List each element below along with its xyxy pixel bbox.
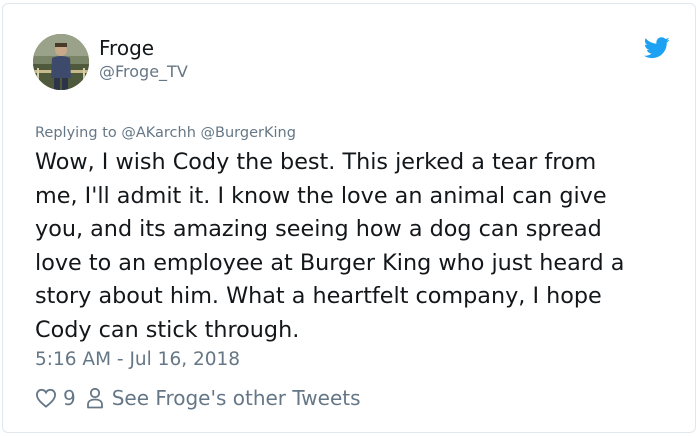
display-name[interactable]: Froge: [99, 36, 154, 60]
tweet-text-line: love to an employee at Burger King who j…: [35, 249, 625, 276]
tweet-card: Froge @Froge_TV Replying to @AKarchh @Bu…: [2, 3, 696, 433]
twitter-bird-icon[interactable]: [644, 37, 670, 59]
avatar[interactable]: [33, 34, 89, 90]
tweet-timestamp[interactable]: 5:16 AM - Jul 16, 2018: [35, 348, 240, 372]
tweet-text-line: you, and its amazing seeing how a dog ca…: [35, 216, 602, 242]
see-other-tweets-link[interactable]: See Froge's other Tweets: [112, 386, 361, 410]
tweet-actions: 9 See Froge's other Tweets: [35, 384, 361, 412]
tweet-text: Wow, I wish Cody the best. This jerked a…: [35, 146, 685, 347]
like-count[interactable]: 9: [63, 386, 76, 410]
replying-to-prefix: Replying to: [35, 125, 122, 141]
mention-akarchh[interactable]: @AKarchh: [121, 125, 196, 141]
tweet-text-line: me, I'll admit it. I know the love an an…: [35, 182, 607, 209]
replying-to: Replying to @AKarchh @BurgerKing: [35, 123, 296, 143]
heart-icon[interactable]: [35, 388, 57, 408]
tweet-text-line: Wow, I wish Cody the best. This jerked a…: [35, 149, 597, 175]
avatar-photo: [33, 34, 89, 90]
mention-burgerking[interactable]: @BurgerKing: [201, 125, 296, 141]
tweet-text-line: Cody can stick through.: [35, 316, 300, 343]
person-icon: [86, 387, 103, 409]
tweet-text-line: story about him. What a heartfelt compan…: [35, 283, 602, 309]
user-handle[interactable]: @Froge_TV: [99, 62, 188, 82]
